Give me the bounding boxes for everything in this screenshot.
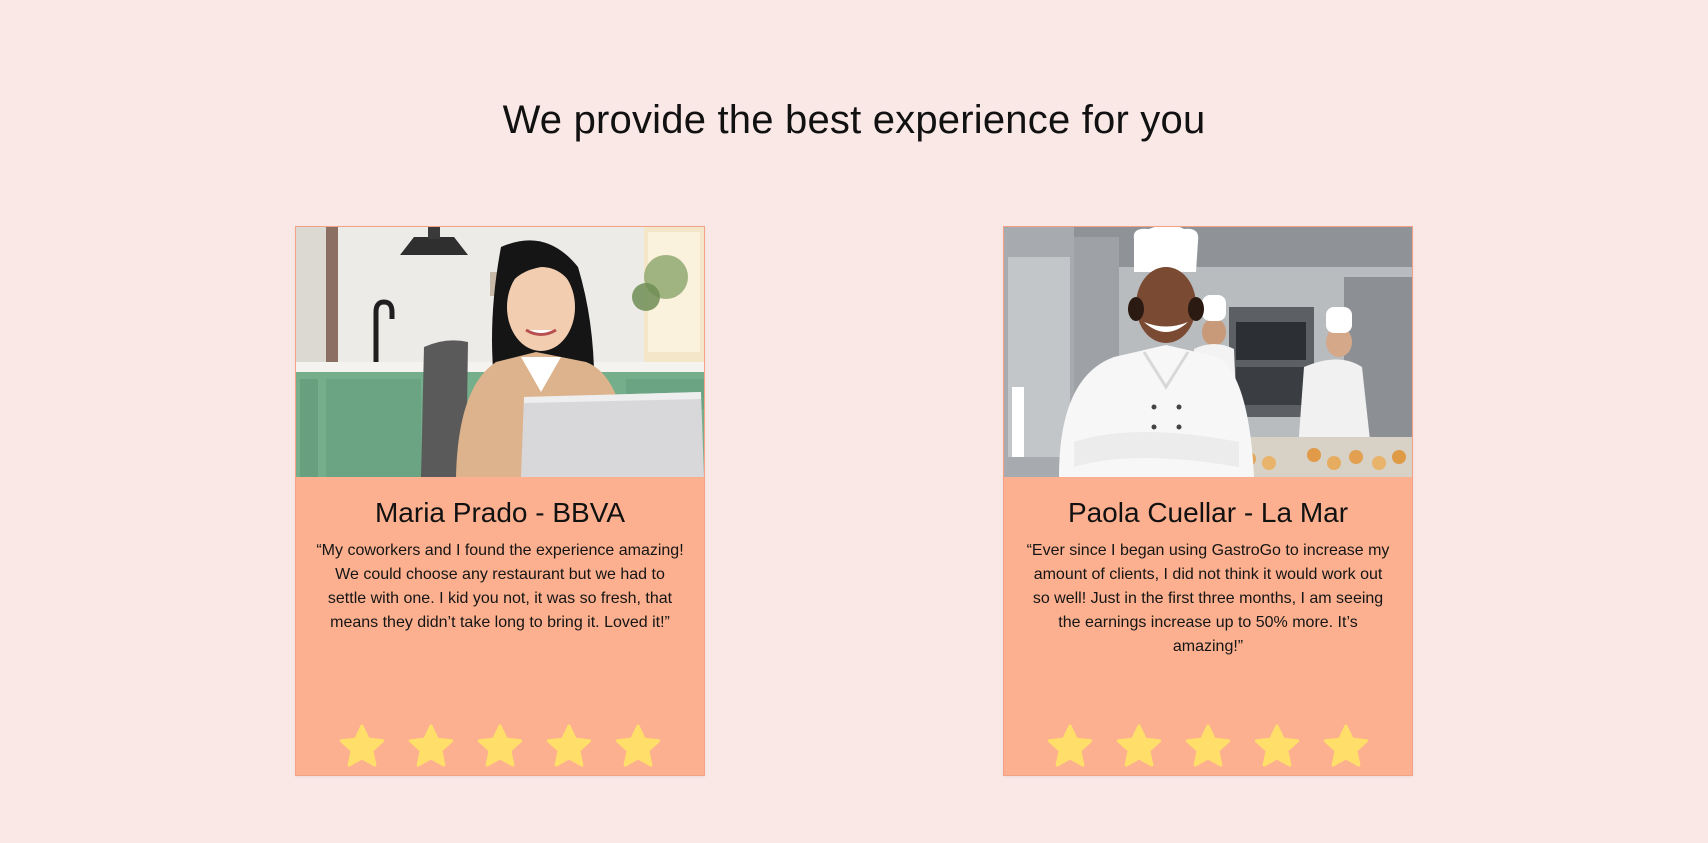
star-icon [546,724,592,767]
star-icon [477,724,523,767]
testimonial-quote: “My coworkers and I found the experience… [316,542,684,631]
testimonial-card: Maria Prado - BBVA “My coworkers and I f… [295,226,705,776]
star-icon [1116,724,1162,767]
star-rating [296,723,704,771]
testimonial-photo [296,227,704,477]
testimonial-name: Paola Cuellar - La Mar [1067,497,1349,528]
star-icon [339,724,385,767]
star-icon [615,724,661,767]
star-icon [1185,724,1231,767]
section-title: We provide the best experience for you [502,98,1206,142]
testimonial-name: Maria Prado - BBVA [374,497,626,528]
testimonial-card: Paola Cuellar - La Mar “Ever since I beg… [1003,226,1413,776]
testimonial-photo [1004,227,1412,477]
testimonial-quote: “Ever since I began using GastroGo to in… [1026,542,1390,655]
star-icon [1254,724,1300,767]
star-icon [408,724,454,767]
star-rating [1004,723,1412,771]
star-icon [1047,724,1093,767]
star-icon [1323,724,1369,767]
